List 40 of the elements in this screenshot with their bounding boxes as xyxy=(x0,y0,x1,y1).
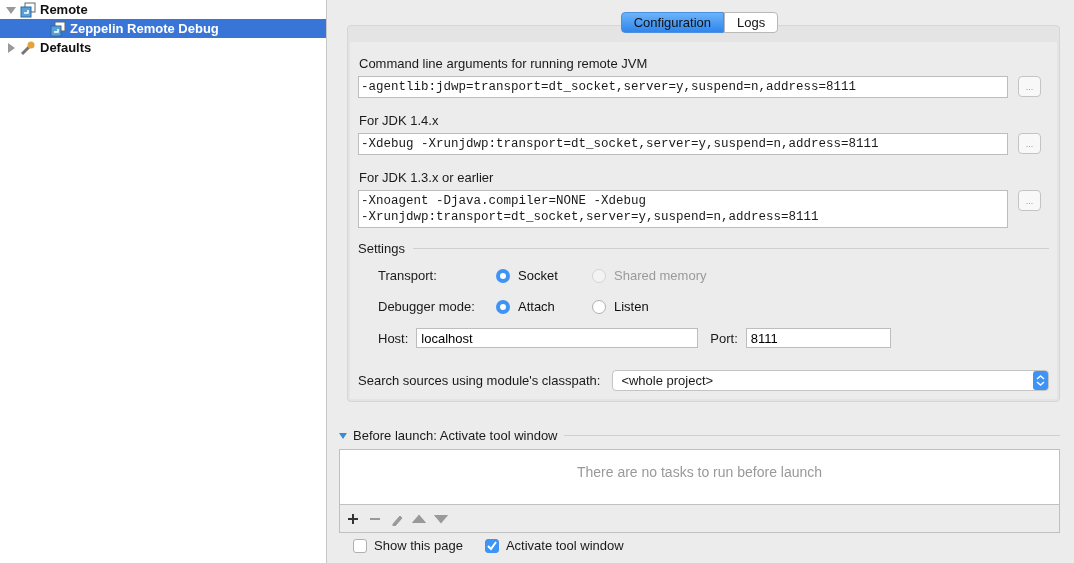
collapse-arrow-icon[interactable] xyxy=(339,431,347,440)
classpath-dropdown[interactable]: <whole project> xyxy=(612,370,1049,391)
checkbox[interactable] xyxy=(353,538,367,553)
section-title: Before launch: Activate tool window xyxy=(353,428,558,443)
tab[interactable]: Logs xyxy=(724,12,779,33)
port-field[interactable]: 8111 xyxy=(745,328,891,348)
remote-window-icon xyxy=(50,20,66,37)
stepper-icon xyxy=(1033,371,1048,390)
tree-item[interactable]: Defaults xyxy=(0,38,326,57)
radio-label: Shared memory xyxy=(614,268,707,283)
tab[interactable]: Configuration xyxy=(620,12,725,33)
field-label: Host: xyxy=(378,330,409,346)
radio-label: Attach xyxy=(518,299,555,314)
text-field[interactable]: -Xnoagent -Djava.compiler=NONE -Xdebug -Xrunjdwp:transport=dt_socket,server=y,suspend=n,address=8111 xyxy=(358,190,1008,228)
text-field[interactable]: -agentlib:jdwp=transport=dt_socket,server=y,suspend=n,address=8111 xyxy=(358,76,1008,98)
expand-arrow-icon[interactable] xyxy=(6,4,16,15)
field-label: Transport: xyxy=(378,268,438,283)
text-field[interactable]: -Xdebug -Xrunjdwp:transport=dt_socket,server=y,suspend=n,address=8111 xyxy=(358,133,1008,155)
wrench-icon xyxy=(20,39,36,56)
add-icon[interactable] xyxy=(346,511,360,526)
field-label: For JDK 1.3.x or earlier xyxy=(359,170,495,185)
field-label: Debugger mode: xyxy=(378,299,476,314)
radio-button[interactable] xyxy=(592,299,606,314)
tree-item[interactable]: Remote xyxy=(0,0,326,19)
field-label: Command line arguments for running remote JVM xyxy=(359,56,649,71)
tree-item[interactable]: Zeppelin Remote Debug xyxy=(0,19,326,38)
collapse-arrow-icon[interactable] xyxy=(6,42,16,53)
host-field[interactable]: localhost xyxy=(416,328,699,348)
checkbox[interactable] xyxy=(484,538,499,553)
field-label: Search sources using module's classpath: xyxy=(358,373,601,388)
radio-label: Socket xyxy=(518,268,558,283)
section-title: Settings xyxy=(358,241,405,256)
field-label: For JDK 1.4.x xyxy=(359,113,440,128)
radio-button[interactable] xyxy=(496,268,510,283)
field-label: Port: xyxy=(710,330,738,346)
empty-message: There are no tasks to run before launch xyxy=(576,464,823,482)
checkbox-label: Show this page xyxy=(374,538,463,553)
radio-button[interactable] xyxy=(496,299,510,314)
radio-label: Listen xyxy=(614,299,649,314)
checkbox-label: Activate tool window xyxy=(505,538,624,553)
